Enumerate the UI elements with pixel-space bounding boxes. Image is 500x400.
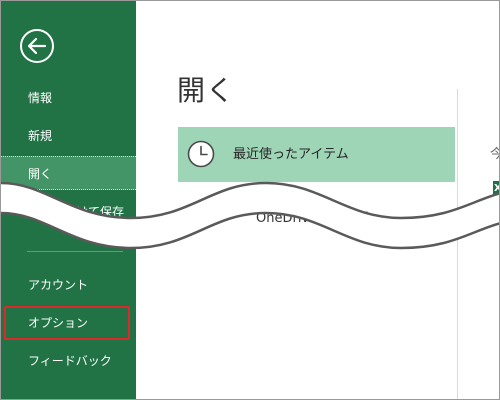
options-highlight-box [4,306,130,340]
sidebar-item-info[interactable]: 情報 [1,81,136,115]
sidebar-item-feedback[interactable]: フィードバック [1,344,136,378]
back-arrow-icon[interactable] [19,28,55,64]
backstage-window: 情報 新規 開く 名前を付けて保存 アカウント オプション フィードバック 開く… [0,0,500,400]
clock-icon [187,140,215,168]
sidebar-item-new[interactable]: 新規 [1,119,136,153]
page-title: 開く [177,74,236,107]
sidebar-item-account[interactable]: アカウント [1,268,136,302]
right-panel-heading: 今 [490,143,499,162]
wavy-tear-graphic [1,181,499,250]
